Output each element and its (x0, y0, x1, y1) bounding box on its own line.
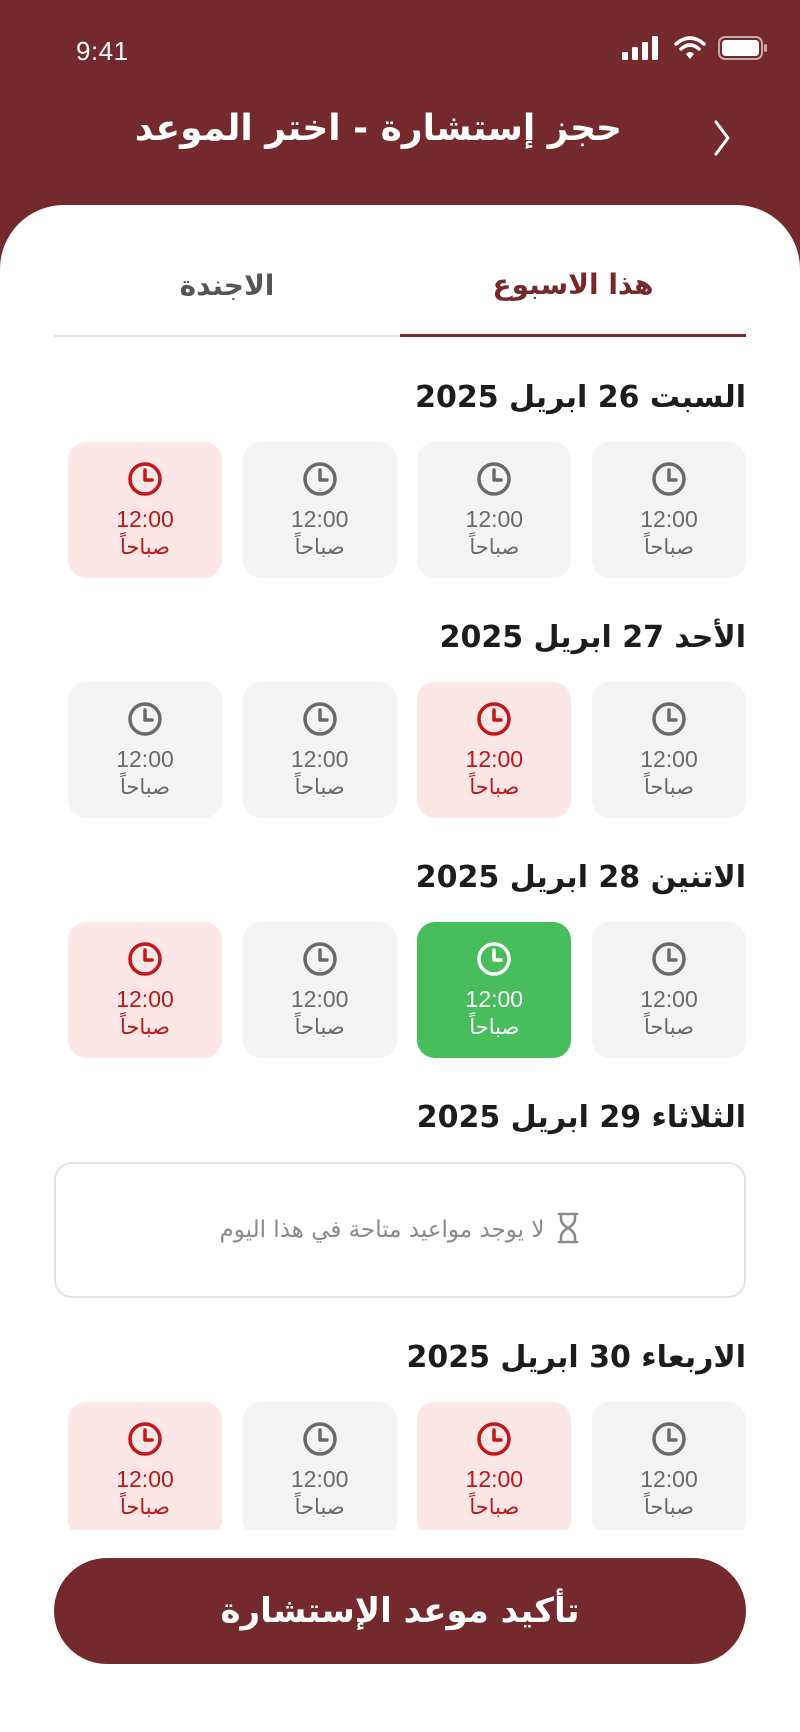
day-title: الأحد 27 ابريل 2025 (439, 620, 746, 655)
time-slot[interactable]: 12:00 صباحاً (242, 442, 397, 578)
clock-icon (650, 1420, 688, 1458)
tabs: هذا الاسبوع الاجندة (54, 205, 746, 337)
time-slot[interactable]: 12:00 صباحاً (591, 442, 746, 578)
slot-row: 12:00 صباحاً 12:00 صباحاً 12:00 صباحاً 1… (68, 1402, 746, 1530)
day-title: الاربعاء 30 ابريل 2025 (406, 1340, 746, 1375)
time-slot[interactable]: 12:00 صباحاً (242, 1402, 397, 1530)
time-slot-selected[interactable]: 12:00 صباحاً (417, 922, 572, 1058)
clock-icon (650, 700, 688, 738)
slot-time: 12:00 (290, 986, 349, 1012)
empty-text: لا يوجد مواعيد متاحة في هذا اليوم (219, 1217, 545, 1243)
slot-period: صباحاً (469, 1495, 520, 1519)
slot-period: صباحاً (294, 775, 345, 799)
confirm-booking-button[interactable]: تأكيد موعد الإستشارة (54, 1558, 746, 1664)
clock-icon (475, 940, 513, 978)
hourglass-icon (556, 1212, 580, 1248)
day-title: السبت 26 ابريل 2025 (415, 380, 746, 415)
slot-time: 12:00 (116, 746, 174, 772)
page-title: حجز إستشارة - اختر الموعد (134, 108, 622, 149)
status-icons (622, 36, 768, 64)
clock-icon (126, 940, 164, 978)
chevron-right-icon (712, 118, 732, 162)
slot-period: صباحاً (294, 535, 345, 559)
slot-time: 12:00 (640, 986, 698, 1012)
clock-icon (475, 460, 513, 498)
clock-icon (475, 700, 513, 738)
signal-icon (622, 36, 662, 64)
slot-period: صباحاً (643, 1015, 694, 1039)
slot-period: صباحاً (120, 775, 170, 799)
slot-period: صباحاً (469, 535, 520, 559)
days-list[interactable]: السبت 26 ابريل 2025 12:00 صباحاً 12:00 ص… (0, 380, 800, 1530)
day-title: الاتنين 28 ابريل 2025 (415, 860, 746, 895)
day-title: الثلاثاء 29 ابريل 2025 (416, 1100, 746, 1135)
slot-time: 12:00 (290, 746, 349, 772)
time-slot-booked[interactable]: 12:00 صباحاً (417, 1402, 572, 1530)
tab-this-week[interactable]: هذا الاسبوع (400, 205, 746, 337)
header: حجز إستشارة - اختر الموعد (0, 100, 800, 200)
clock-icon (475, 1420, 513, 1458)
content-sheet: هذا الاسبوع الاجندة السبت 26 ابريل 2025 … (0, 205, 800, 1732)
slot-period: صباحاً (120, 535, 170, 559)
slot-period: صباحاً (120, 1495, 170, 1519)
clock-icon (126, 700, 164, 738)
slot-time: 12:00 (116, 1466, 174, 1492)
time-slot[interactable]: 12:00 صباحاً (591, 1402, 746, 1530)
status-time: 9:41 (76, 36, 129, 66)
tab-agenda[interactable]: الاجندة (54, 205, 400, 335)
time-slot[interactable]: 12:00 صباحاً (591, 922, 746, 1058)
wifi-icon (674, 36, 706, 64)
slot-period: صباحاً (120, 1015, 170, 1039)
slot-time: 12:00 (290, 1466, 349, 1492)
clock-icon (301, 700, 339, 738)
slot-time: 12:00 (640, 506, 698, 532)
slot-period: صباحاً (294, 1015, 345, 1039)
slot-time: 12:00 (465, 986, 524, 1012)
slot-row: 12:00 صباحاً 12:00 صباحاً 12:00 صباحاً 1… (68, 442, 746, 578)
battery-icon (718, 36, 768, 64)
no-slots-message: لا يوجد مواعيد متاحة في هذا اليوم (54, 1162, 746, 1298)
slot-row: 12:00 صباحاً 12:00 صباحاً 12:00 صباحاً 1… (68, 682, 746, 818)
time-slot-booked[interactable]: 12:00 صباحاً (68, 442, 222, 578)
time-slot[interactable]: 12:00 صباحاً (68, 682, 222, 818)
slot-time: 12:00 (465, 506, 524, 532)
clock-icon (301, 940, 339, 978)
clock-icon (126, 460, 164, 498)
slot-time: 12:00 (640, 1466, 698, 1492)
slot-period: صباحاً (469, 1015, 520, 1039)
clock-icon (301, 1420, 339, 1458)
slot-time: 12:00 (290, 506, 349, 532)
slot-period: صباحاً (643, 535, 694, 559)
slot-period: صباحاً (294, 1495, 345, 1519)
back-button[interactable] (700, 110, 744, 170)
time-slot[interactable]: 12:00 صباحاً (242, 922, 397, 1058)
clock-icon (650, 460, 688, 498)
slot-period: صباحاً (469, 775, 520, 799)
slot-time: 12:00 (465, 1466, 524, 1492)
clock-icon (126, 1420, 164, 1458)
slot-time: 12:00 (640, 746, 698, 772)
time-slot[interactable]: 12:00 صباحاً (242, 682, 397, 818)
slot-time: 12:00 (465, 746, 524, 772)
time-slot-booked[interactable]: 12:00 صباحاً (417, 682, 572, 818)
clock-icon (650, 940, 688, 978)
time-slot[interactable]: 12:00 صباحاً (591, 682, 746, 818)
slot-period: صباحاً (643, 1495, 694, 1519)
status-bar: 9:41 (0, 0, 800, 100)
slot-time: 12:00 (116, 986, 174, 1012)
time-slot-booked[interactable]: 12:00 صباحاً (68, 1402, 222, 1530)
time-slot[interactable]: 12:00 صباحاً (417, 442, 572, 578)
slot-period: صباحاً (643, 775, 694, 799)
slot-row: 12:00 صباحاً 12:00 صباحاً 12:00 صباحاً 1… (68, 922, 746, 1058)
slot-time: 12:00 (116, 506, 174, 532)
time-slot-booked[interactable]: 12:00 صباحاً (68, 922, 222, 1058)
clock-icon (301, 460, 339, 498)
